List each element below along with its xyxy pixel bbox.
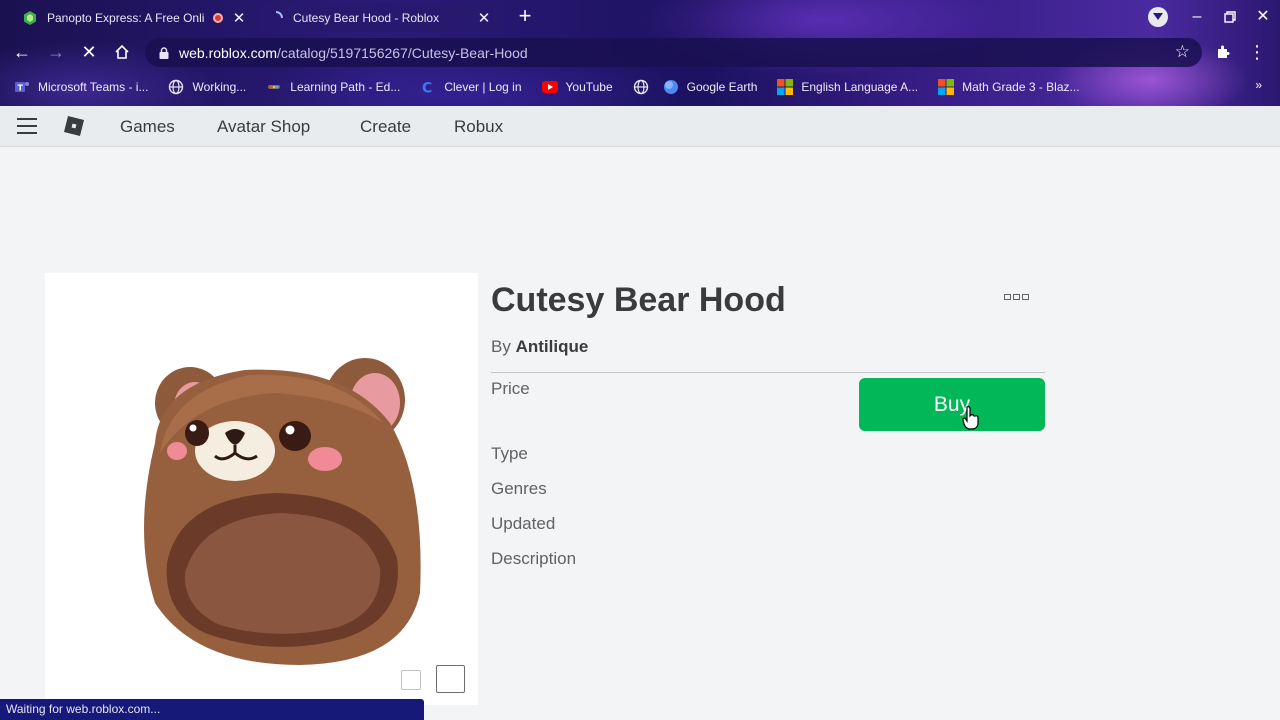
loading-spinner-icon bbox=[268, 10, 284, 26]
new-tab-button[interactable]: + bbox=[513, 5, 537, 29]
bookmarks-bar: T Microsoft Teams - i... Working... Lear… bbox=[0, 73, 1280, 101]
panopto-icon bbox=[22, 10, 38, 26]
tab-strip: Panopto Express: A Free Onli ✕ Cutesy Be… bbox=[0, 0, 1280, 34]
bookmark-label: Math Grade 3 - Blaz... bbox=[962, 80, 1080, 94]
extensions-icon[interactable] bbox=[1211, 40, 1235, 64]
close-window-icon[interactable]: ✕ bbox=[1252, 6, 1274, 28]
restore-icon[interactable] bbox=[1219, 6, 1241, 28]
browser-toolbar: ← → ✕ web.roblox.com/catalog/5197156267/… bbox=[0, 34, 1280, 70]
edgenuity-icon bbox=[266, 79, 282, 95]
browser-chrome: Panopto Express: A Free Onli ✕ Cutesy Be… bbox=[0, 0, 1280, 106]
tab-title: Panopto Express: A Free Onli bbox=[47, 10, 205, 25]
close-tab-icon[interactable]: ✕ bbox=[231, 9, 247, 27]
tab-panopto[interactable]: Panopto Express: A Free Onli ✕ bbox=[12, 3, 257, 32]
buy-button[interactable]: Buy bbox=[859, 378, 1045, 431]
creator-link[interactable]: Antilique bbox=[516, 337, 589, 356]
bookmark-math[interactable]: Math Grade 3 - Blaz... bbox=[938, 79, 1080, 95]
forward-icon[interactable]: → bbox=[44, 40, 68, 64]
close-tab-icon[interactable]: ✕ bbox=[476, 9, 492, 27]
browser-menu-icon[interactable]: ⋮ bbox=[1245, 40, 1269, 64]
bookmark-google-earth[interactable]: Google Earth bbox=[663, 79, 758, 95]
tab-title: Cutesy Bear Hood - Roblox bbox=[293, 10, 440, 25]
genres-label: Genres bbox=[491, 479, 547, 498]
price-label: Price bbox=[491, 379, 530, 398]
lock-icon bbox=[157, 46, 171, 60]
bookmark-english[interactable]: English Language A... bbox=[777, 79, 918, 95]
youtube-icon bbox=[541, 79, 558, 95]
type-label: Type bbox=[491, 444, 528, 463]
tab-roblox[interactable]: Cutesy Bear Hood - Roblox ✕ bbox=[258, 3, 502, 32]
bookmark-label: Learning Path - Ed... bbox=[290, 80, 401, 94]
profile-dropdown-icon[interactable] bbox=[1148, 7, 1168, 27]
roblox-logo-icon[interactable] bbox=[64, 116, 84, 136]
google-earth-icon bbox=[663, 79, 679, 95]
browser-status-bar: Waiting for web.roblox.com... bbox=[0, 699, 424, 720]
bookmark-teams[interactable]: T Microsoft Teams - i... bbox=[14, 79, 148, 95]
item-thumbnail bbox=[45, 273, 478, 705]
recording-icon bbox=[213, 12, 223, 23]
bookmark-label: YouTube bbox=[565, 80, 613, 94]
nav-avatar-shop[interactable]: Avatar Shop bbox=[217, 117, 310, 137]
microsoft-icon bbox=[777, 79, 794, 95]
bookmark-star-icon[interactable]: ☆ bbox=[1175, 42, 1190, 62]
bookmark-label: Working... bbox=[192, 80, 247, 94]
globe-icon bbox=[633, 79, 649, 95]
url-host: web.roblox.com bbox=[179, 44, 278, 61]
updated-label: Updated bbox=[491, 514, 556, 533]
bookmark-working[interactable]: Working... bbox=[168, 79, 246, 95]
nav-games[interactable]: Games bbox=[120, 117, 175, 137]
creator-line: By Antilique bbox=[491, 337, 1045, 357]
bookmark-label: Microsoft Teams - i... bbox=[38, 80, 149, 94]
home-icon[interactable] bbox=[110, 40, 134, 64]
by-prefix: By bbox=[491, 337, 511, 356]
bookmark-youtube[interactable]: YouTube bbox=[541, 79, 613, 95]
bookmark-label: Clever | Log in bbox=[444, 80, 522, 94]
minimize-icon[interactable]: – bbox=[1186, 6, 1208, 28]
stop-loading-icon[interactable]: ✕ bbox=[77, 40, 101, 64]
teams-icon: T bbox=[14, 79, 30, 95]
nav-create[interactable]: Create bbox=[360, 117, 411, 137]
divider bbox=[491, 372, 1045, 373]
svg-text:C: C bbox=[422, 81, 432, 96]
bear-hood-image bbox=[144, 358, 421, 665]
url-path: /catalog/5197156267/Cutesy-Bear-Hood bbox=[277, 44, 528, 61]
back-icon[interactable]: ← bbox=[10, 40, 34, 64]
item-title: Cutesy Bear Hood bbox=[491, 281, 786, 319]
item-details: Cutesy Bear Hood By Antilique Price Buy … bbox=[491, 280, 1045, 568]
bookmark-learning-path[interactable]: Learning Path - Ed... bbox=[266, 79, 400, 95]
globe-icon bbox=[168, 79, 184, 95]
more-options-icon[interactable] bbox=[1004, 294, 1029, 300]
hamburger-menu-icon[interactable] bbox=[17, 118, 37, 134]
roblox-top-nav: Games Avatar Shop Create Robux bbox=[0, 106, 1280, 147]
nav-robux[interactable]: Robux bbox=[454, 117, 503, 137]
svg-text:T: T bbox=[18, 84, 24, 93]
url-text: web.roblox.com/catalog/5197156267/Cutesy… bbox=[179, 45, 528, 61]
hand-cursor-icon bbox=[962, 406, 980, 430]
3d-view-toggle[interactable] bbox=[436, 665, 465, 693]
bookmark-label: Google Earth bbox=[686, 80, 758, 94]
2d-view-toggle[interactable] bbox=[401, 670, 421, 690]
clever-icon: C bbox=[420, 79, 436, 96]
bookmark-clever[interactable]: C Clever | Log in bbox=[420, 79, 521, 95]
microsoft-icon bbox=[938, 79, 955, 95]
more-bookmarks-button[interactable]: » bbox=[1255, 78, 1262, 92]
address-bar[interactable]: web.roblox.com/catalog/5197156267/Cutesy… bbox=[145, 38, 1202, 67]
bookmark-label: English Language A... bbox=[801, 80, 919, 94]
bookmark-globe[interactable] bbox=[633, 79, 649, 95]
description-label: Description bbox=[491, 549, 577, 568]
